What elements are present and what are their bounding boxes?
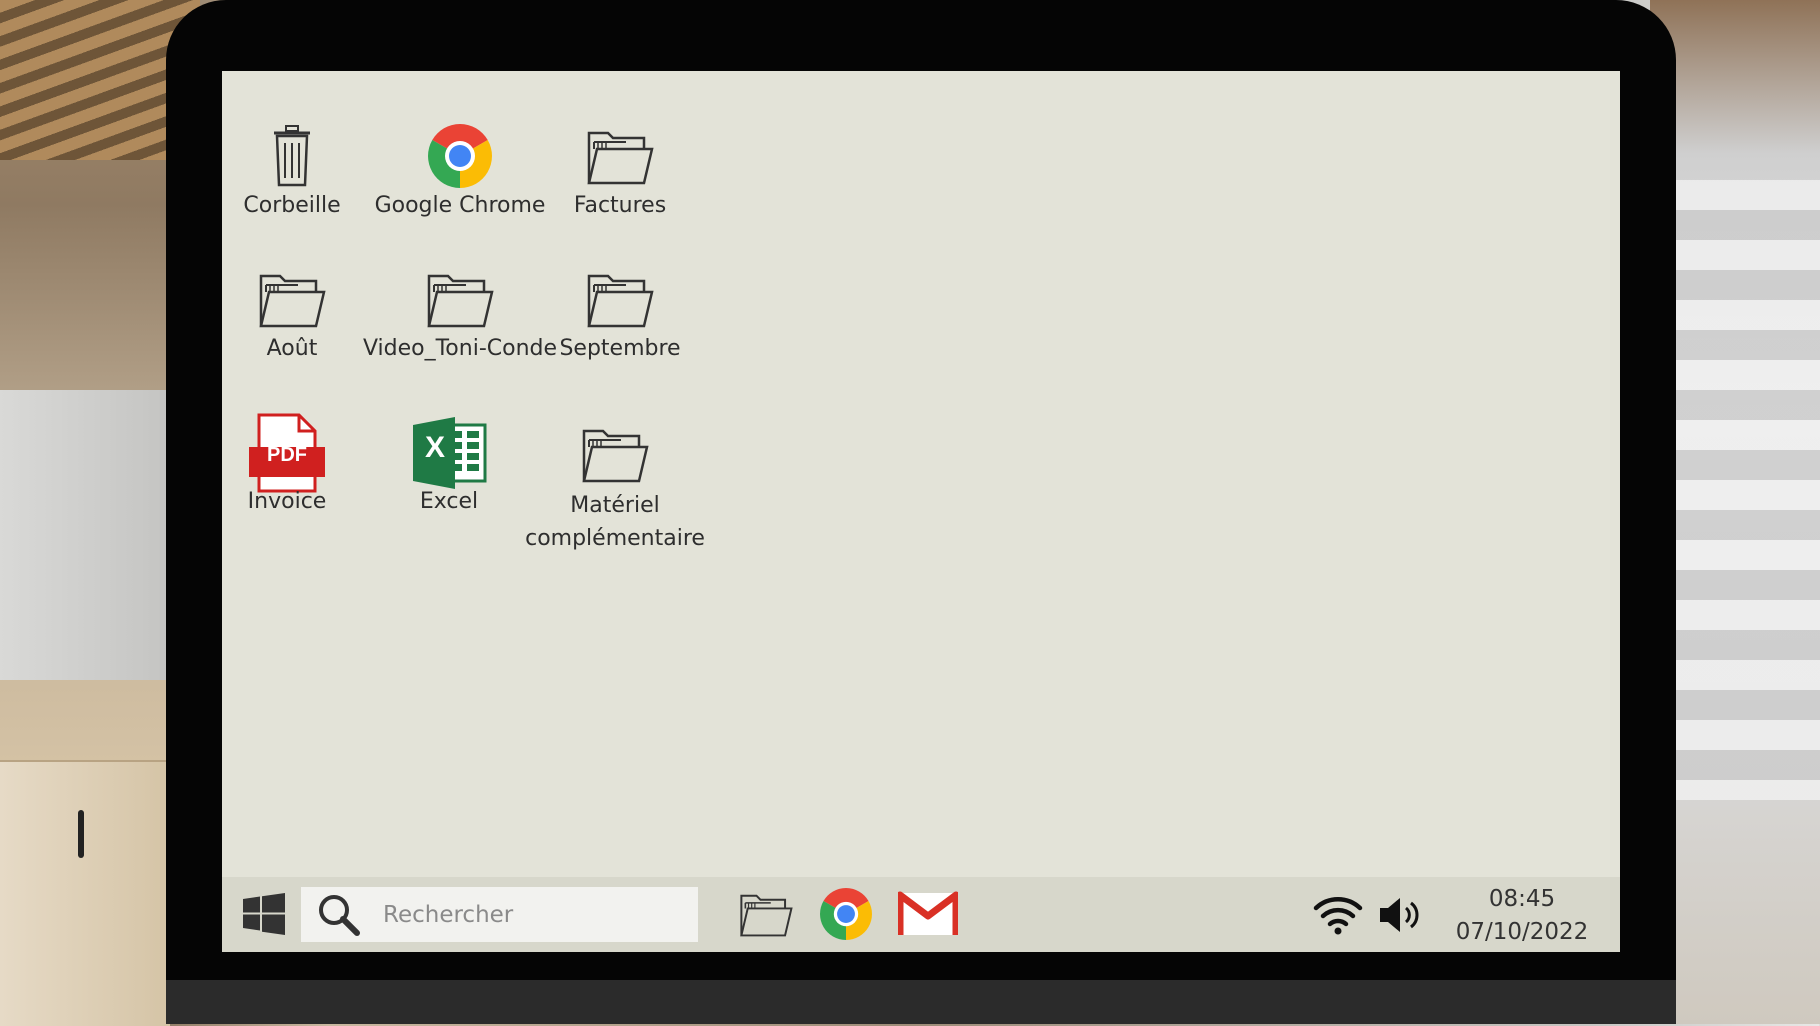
desktop-icon-factures[interactable]: Factures: [560, 123, 680, 222]
desktop-icon-label: Corbeille: [243, 193, 341, 218]
excel-icon: X: [409, 413, 489, 493]
desktop-icon-materiel-complementaire[interactable]: Matériel complémentaire: [525, 421, 705, 555]
taskbar-chrome[interactable]: [818, 885, 874, 943]
desktop-icon-label: Septembre: [559, 336, 681, 361]
taskbar: Rechercher 08:45 07/10/2022: [222, 877, 1620, 952]
file-explorer-icon: [740, 894, 793, 937]
desktop-icon-corbeille[interactable]: Corbeille: [242, 123, 342, 222]
desktop-icon-label: Invoice: [247, 489, 327, 514]
windows-logo-icon: [243, 893, 285, 935]
system-clock[interactable]: 08:45 07/10/2022: [1447, 883, 1597, 949]
cabinet: [0, 760, 170, 1026]
desktop-icon-aout[interactable]: Août: [242, 266, 342, 365]
desktop-icon-label: Factures: [573, 193, 667, 218]
search-icon: [319, 894, 360, 936]
folder-icon: [585, 266, 655, 332]
pdf-icon: PDF: [247, 413, 327, 493]
clock-time: 08:45: [1488, 886, 1556, 912]
volume-icon[interactable]: [1377, 891, 1425, 939]
desktop-icon-excel[interactable]: X Excel: [399, 413, 499, 518]
desktop-icon-label: Google Chrome: [374, 193, 546, 218]
search-placeholder: Rechercher: [383, 901, 514, 928]
clock-date: 07/10/2022: [1455, 919, 1589, 945]
chrome-icon: [820, 888, 872, 940]
desktop-icon-invoice[interactable]: PDF Invoice: [237, 413, 337, 518]
desktop-icon-video-toni-conde[interactable]: Video_Toni-Conde: [350, 266, 570, 365]
cabinet-handle: [78, 810, 84, 858]
desktop-screen: Corbeille Google Chrome Factures Août Vi…: [222, 71, 1620, 952]
wifi-icon[interactable]: [1312, 891, 1364, 939]
folder-icon: [425, 266, 495, 332]
excel-badge-text: X: [425, 431, 446, 464]
chrome-icon: [427, 123, 493, 189]
desktop-icon-septembre[interactable]: Septembre: [555, 266, 685, 365]
taskbar-gmail[interactable]: [896, 885, 960, 943]
pdf-badge-text: PDF: [267, 443, 307, 466]
folder-icon: [580, 421, 650, 487]
search-input[interactable]: Rechercher: [301, 887, 698, 942]
taskbar-file-explorer[interactable]: [738, 885, 794, 943]
wall-panel: [0, 390, 170, 680]
desktop-icon-label: Matériel complémentaire: [525, 493, 705, 551]
desktop-icon-label: Video_Toni-Conde: [362, 336, 558, 361]
window-blinds: [1670, 180, 1820, 800]
monitor-bottom-edge: [166, 980, 1676, 1024]
desktop-icon-google-chrome[interactable]: Google Chrome: [370, 123, 550, 222]
folder-icon: [257, 266, 327, 332]
trash-icon: [262, 123, 322, 189]
desktop-icon-label: Août: [266, 336, 318, 361]
gmail-icon: [898, 891, 958, 935]
folder-icon: [585, 123, 655, 189]
start-button[interactable]: [240, 890, 288, 938]
